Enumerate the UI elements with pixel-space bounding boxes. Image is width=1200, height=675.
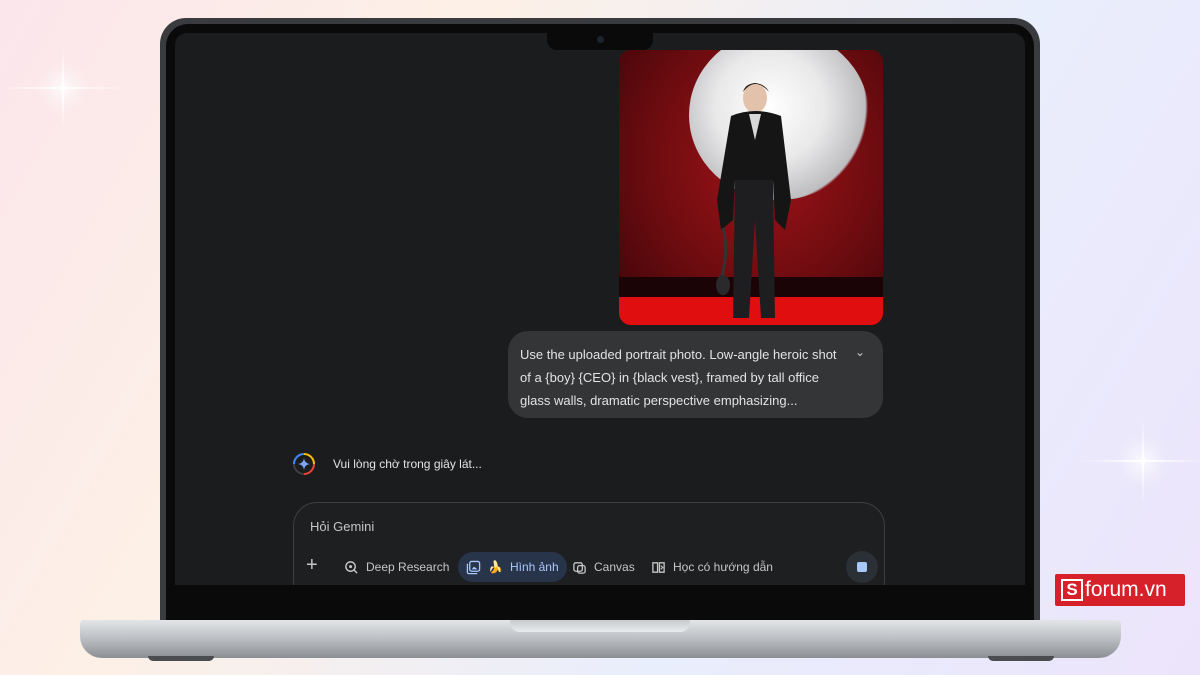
canvas-icon [573, 561, 586, 574]
images-label: Hình ảnh [509, 560, 559, 574]
add-icon[interactable]: + [306, 554, 318, 577]
images-button[interactable]: 🍌 Hình ảnh [458, 552, 567, 582]
stop-button[interactable] [846, 551, 878, 583]
prompt-input-placeholder[interactable]: Hỏi Gemini [310, 519, 374, 534]
canvas-button[interactable]: Canvas [564, 552, 643, 582]
guided-learning-label: Học có hướng dẫn [673, 560, 773, 574]
stop-icon [857, 562, 867, 572]
chevron-down-icon[interactable]: ⌄ [855, 345, 865, 359]
gemini-screen: Use the uploaded portrait photo. Low-ang… [175, 33, 1025, 585]
laptop-foot-left [148, 656, 214, 661]
person-figure [716, 83, 791, 318]
laptop-opening-notch [510, 620, 690, 632]
watermark-text: forum.vn [1085, 578, 1167, 601]
sparkle-left [0, 45, 126, 131]
banana-emoji: 🍌 [488, 560, 503, 574]
sforum-watermark: S forum.vn [1055, 574, 1185, 606]
sforum-logo-icon: S [1061, 579, 1083, 601]
deep-research-icon [345, 560, 358, 574]
prompt-input-box[interactable]: Hỏi Gemini + Deep Research 🍌 Hình ảnh Ca… [293, 502, 885, 585]
image-gallery-icon [466, 560, 481, 574]
user-prompt-text: Use the uploaded portrait photo. Low-ang… [520, 347, 837, 408]
book-icon [652, 561, 665, 573]
loading-status-text: Vui lòng chờ trong giây lát... [333, 457, 482, 471]
deep-research-label: Deep Research [366, 560, 450, 574]
gemini-loading-icon [293, 453, 315, 475]
guided-learning-button[interactable]: Học có hướng dẫn [643, 552, 781, 582]
deep-research-button[interactable]: Deep Research [336, 552, 457, 582]
laptop-foot-right [988, 656, 1054, 661]
uploaded-portrait-photo[interactable] [619, 50, 883, 325]
canvas-label: Canvas [594, 560, 635, 574]
user-prompt-bubble: Use the uploaded portrait photo. Low-ang… [508, 331, 883, 418]
camera-icon [597, 36, 604, 43]
sparkle-right [1080, 418, 1200, 504]
